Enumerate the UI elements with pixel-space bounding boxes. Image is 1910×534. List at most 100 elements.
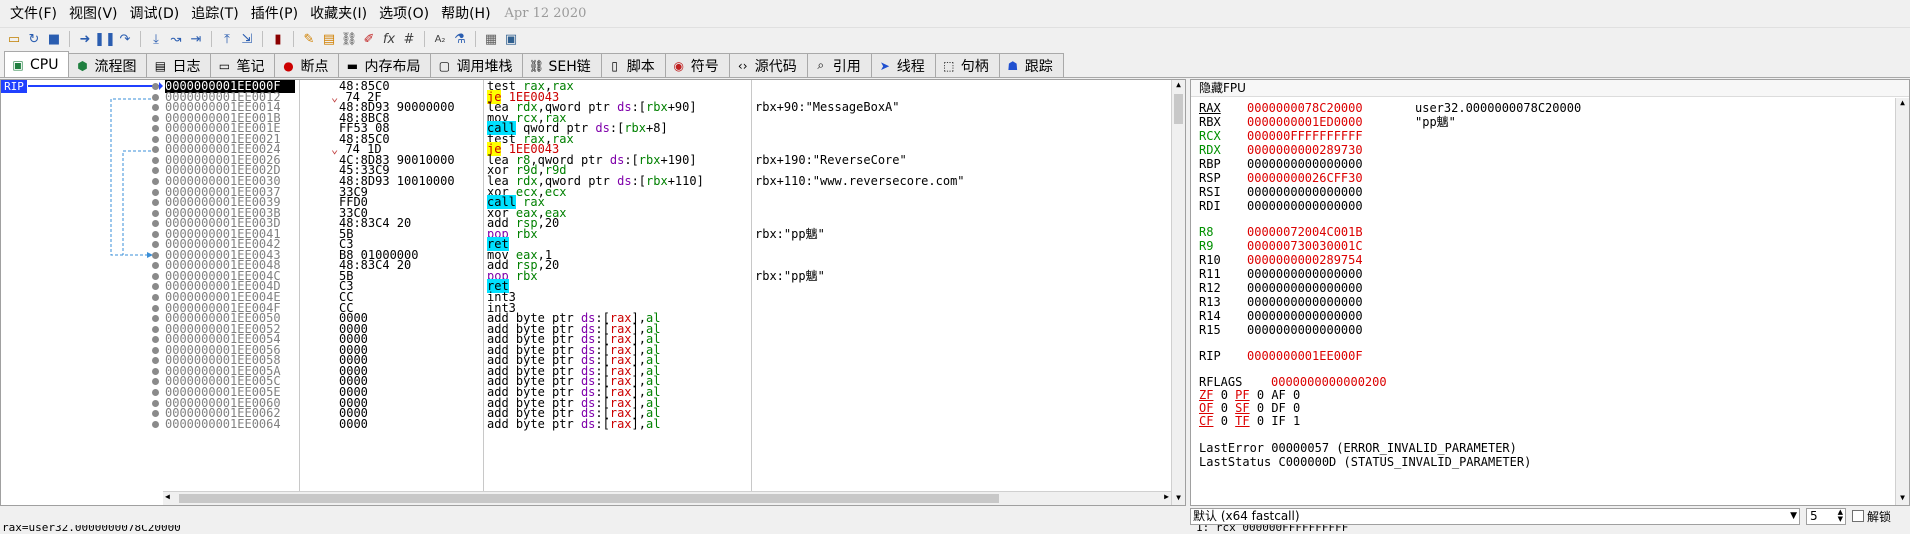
calling-convention-select[interactable]: 默认 (x64 fastcall) ▼: [1190, 507, 1800, 525]
flag-value[interactable]: 0: [1221, 414, 1228, 428]
disassembly-view[interactable]: RIP 0000000001EE000F 48:85C0 test rax,rax 0…: [0, 79, 1186, 506]
flag-value[interactable]: 1: [1293, 414, 1300, 428]
patch-icon[interactable]: ▤: [321, 31, 337, 47]
register-r15[interactable]: R15 0000000000000000: [1199, 324, 1415, 337]
flag-value[interactable]: 0: [1221, 388, 1228, 402]
calculator-icon[interactable]: ▦: [483, 31, 499, 47]
flag-value[interactable]: 0: [1221, 401, 1228, 415]
script-run-icon[interactable]: ⚗: [452, 31, 468, 47]
menu-item-6[interactable]: 选项(O): [373, 0, 435, 28]
tab-cpu[interactable]: ▣ CPU: [4, 51, 70, 77]
scroll-thumb[interactable]: [1174, 94, 1183, 124]
register-value[interactable]: 0000000001EE000F: [1247, 350, 1415, 363]
run-to-selection-icon[interactable]: ⇲: [239, 31, 255, 47]
registers-scrollbar[interactable]: ▲ ▼: [1895, 98, 1909, 505]
highlight-icon[interactable]: ✎: [301, 31, 317, 47]
register-value[interactable]: 0000000000000000: [1247, 282, 1415, 295]
tab-breakpoint[interactable]: ● 断点: [274, 53, 340, 77]
register-value[interactable]: 0000000000000200: [1271, 375, 1387, 389]
register-value[interactable]: 0000000001ED0000: [1247, 116, 1415, 129]
scroll-up-icon[interactable]: ▲: [1896, 98, 1909, 110]
breakpoint-dot[interactable]: [152, 125, 159, 132]
register-r13[interactable]: R13 0000000000000000: [1199, 296, 1415, 309]
breakpoint-dot[interactable]: [152, 189, 159, 196]
breakpoint-dot[interactable]: [152, 167, 159, 174]
tab-thread[interactable]: ➤ 线程: [870, 53, 936, 77]
tab-notes[interactable]: ▭ 笔记: [210, 53, 276, 77]
flag-sf[interactable]: SF: [1235, 401, 1249, 415]
tab-trace[interactable]: ☗ 跟踪: [998, 53, 1064, 77]
disassembly-horizontal-scrollbar[interactable]: ◀ ▶: [163, 491, 1171, 505]
register-rsi[interactable]: RSI 0000000000000000: [1199, 186, 1415, 199]
register-value[interactable]: 0000000000000000: [1247, 324, 1415, 337]
menu-item-4[interactable]: 插件(P): [245, 0, 304, 28]
breakpoint-dot[interactable]: [152, 378, 159, 385]
disasm-row[interactable]: 0000000001EE0064 0000 add byte ptr ds:[rax…: [163, 418, 1173, 431]
register-r10[interactable]: R10 0000000000289754: [1199, 254, 1415, 267]
menu-item-1[interactable]: 视图(V): [63, 0, 124, 28]
breakpoint-dot[interactable]: [152, 210, 159, 217]
flag-zf[interactable]: ZF: [1199, 388, 1213, 402]
flag-cf[interactable]: CF: [1199, 414, 1213, 428]
register-value[interactable]: 0000000078C20000: [1247, 102, 1415, 115]
register-value[interactable]: 00000000026CFF30: [1247, 172, 1415, 185]
tab-graph[interactable]: ⬢ 流程图: [68, 53, 148, 77]
breakpoint-dot[interactable]: [152, 252, 159, 259]
breakpoint-dot[interactable]: [152, 421, 159, 428]
menu-item-7[interactable]: 帮助(H): [435, 0, 496, 28]
tab-callstack[interactable]: ▢ 调用堆栈: [430, 53, 524, 77]
step-into-icon[interactable]: ⤓: [148, 31, 164, 47]
breakpoint-dot[interactable]: [152, 146, 159, 153]
menu-item-2[interactable]: 调试(D): [124, 0, 186, 28]
comment-icon[interactable]: ✐: [361, 31, 377, 47]
run-to-user-icon[interactable]: ↷: [117, 31, 133, 47]
monitor-icon[interactable]: ▣: [503, 31, 519, 47]
breakpoint-dot[interactable]: [152, 368, 159, 375]
argument-count-spinner[interactable]: 5 ▲ ▼: [1806, 507, 1846, 525]
flag-pf[interactable]: PF: [1235, 388, 1249, 402]
function-icon[interactable]: fx: [381, 31, 397, 47]
breakpoint-dot[interactable]: [152, 83, 159, 90]
flag-tf[interactable]: TF: [1235, 414, 1249, 428]
breakpoint-dot[interactable]: [152, 294, 159, 301]
scroll-down-icon[interactable]: ▼: [1172, 493, 1185, 505]
breakpoint-dot[interactable]: [152, 315, 159, 322]
breakpoint-dot[interactable]: [152, 347, 159, 354]
breakpoint-dot[interactable]: [152, 178, 159, 185]
hash-icon[interactable]: #: [401, 31, 417, 47]
breakpoint-dot[interactable]: [152, 157, 159, 164]
register-value[interactable]: 00000072004C001B: [1247, 226, 1415, 239]
tab-memory[interactable]: ▬ 内存布局: [338, 53, 432, 77]
register-rbp[interactable]: RBP 0000000000000000: [1199, 158, 1415, 171]
breakpoint-dot[interactable]: [152, 94, 159, 101]
tab-handle[interactable]: ⬚ 句柄: [934, 53, 1000, 77]
open-icon[interactable]: ▭: [6, 31, 22, 47]
hide-fpu-toggle[interactable]: 隐藏FPU: [1191, 80, 1909, 97]
register-r11[interactable]: R11 0000000000000000: [1199, 268, 1415, 281]
run-icon[interactable]: ➜: [77, 31, 93, 47]
register-value[interactable]: 0000000000289754: [1247, 254, 1415, 267]
register-r14[interactable]: R14 0000000000000000: [1199, 310, 1415, 323]
breakpoint-dot[interactable]: [152, 262, 159, 269]
breakpoint-dot[interactable]: [152, 273, 159, 280]
tab-source[interactable]: ‹› 源代码: [728, 53, 808, 77]
breakpoint-dot[interactable]: [152, 136, 159, 143]
breakpoint-dot[interactable]: [152, 283, 159, 290]
stop-icon[interactable]: ■: [46, 31, 62, 47]
breakpoint-dot[interactable]: [152, 410, 159, 417]
scroll-up-icon[interactable]: ▲: [1172, 80, 1185, 92]
breakpoint-dot[interactable]: [152, 400, 159, 407]
register-r8[interactable]: R8 00000072004C001B: [1199, 226, 1415, 239]
breakpoint-dot[interactable]: [152, 220, 159, 227]
register-value[interactable]: 0000000000289730: [1247, 144, 1415, 157]
register-rip[interactable]: RIP 0000000001EE000F: [1199, 350, 1415, 363]
register-rcx[interactable]: RCX 000000FFFFFFFFFF: [1199, 130, 1415, 143]
link-icon[interactable]: ⛓: [341, 31, 358, 47]
tab-reference[interactable]: ⌕ 引用: [806, 53, 872, 77]
flag-value[interactable]: 0: [1257, 401, 1264, 415]
restart-icon[interactable]: ↻: [26, 31, 42, 47]
tab-symbol[interactable]: ◉ 符号: [664, 53, 730, 77]
flag-if[interactable]: IF: [1271, 414, 1285, 428]
breakpoint-dot[interactable]: [152, 326, 159, 333]
flag-value[interactable]: 0: [1293, 401, 1300, 415]
